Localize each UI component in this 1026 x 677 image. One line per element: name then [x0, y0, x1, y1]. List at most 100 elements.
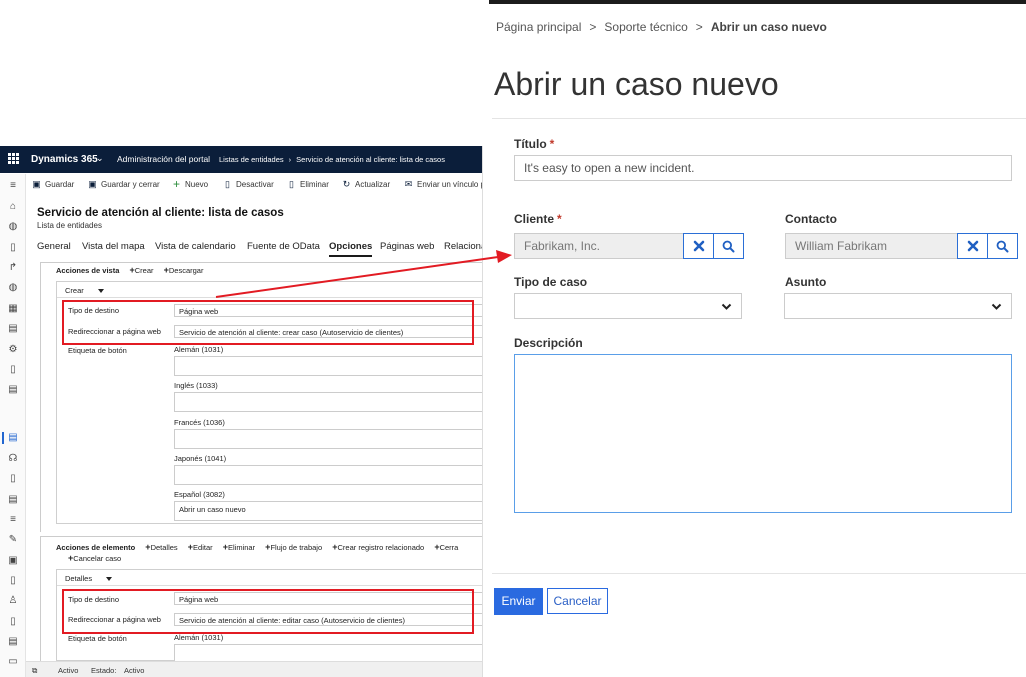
top-navigation-bar: Dynamics 365 ⌄ Administración del portal…: [0, 146, 482, 173]
button-label-label: Etiqueta de botón: [68, 634, 127, 643]
subject-label: Asunto: [785, 275, 827, 289]
blank-page-icon[interactable]: ▯: [7, 575, 19, 587]
tab-web-pages[interactable]: Páginas web: [380, 241, 434, 252]
cancel-button[interactable]: Cancelar: [547, 588, 608, 614]
search-file-icon[interactable]: ▯: [7, 616, 19, 628]
create-dropdown[interactable]: Crear: [65, 286, 104, 295]
hamburger-menu-icon[interactable]: ≡: [7, 180, 19, 192]
redirect-icon[interactable]: ↱: [7, 262, 19, 274]
email-icon: ✉: [404, 179, 413, 189]
delete-button[interactable]: ▯ Eliminar: [287, 180, 329, 190]
link-icon[interactable]: ☊: [7, 453, 19, 465]
open-window-icon[interactable]: ⧉: [32, 666, 37, 676]
delete-action-link[interactable]: +Eliminar: [223, 542, 255, 552]
chevron-right-icon: ›: [288, 155, 292, 164]
breadcrumb-current: Abrir un caso nuevo: [710, 20, 827, 34]
clear-contact-button[interactable]: [957, 233, 988, 259]
divider: [57, 297, 482, 298]
save-and-close-button[interactable]: ▣ Guardar y cerrar: [88, 180, 159, 190]
tab-related[interactable]: Relaciona: [444, 241, 482, 252]
breadcrumb-item[interactable]: Servicio de atención al cliente: lista d…: [296, 155, 445, 164]
divider: [492, 118, 1026, 119]
description-textarea[interactable]: [514, 354, 1012, 513]
workflow-action-link[interactable]: +Flujo de trabajo: [265, 542, 322, 552]
close-action-link[interactable]: +Cerra: [434, 542, 458, 552]
globe-icon[interactable]: ◍: [7, 221, 19, 233]
description-label: Descripción: [514, 336, 583, 350]
language-input[interactable]: [174, 429, 482, 449]
settings-icon[interactable]: ⚙: [7, 344, 19, 356]
new-button[interactable]: + Nuevo: [172, 178, 208, 190]
item-actions-header: Acciones de elemento +Detalles +Editar +…: [56, 542, 459, 552]
inbox-icon[interactable]: ▭: [7, 656, 19, 668]
language-input[interactable]: Abrir un caso nuevo: [174, 501, 482, 521]
title-input[interactable]: It's easy to open a new incident.: [514, 155, 1012, 181]
contact-lookup-input[interactable]: William Fabrikam: [785, 233, 958, 259]
edit-action-link[interactable]: +Editar: [188, 542, 213, 552]
tab-calendar-view[interactable]: Vista de calendario: [155, 241, 236, 252]
cancel-case-action-link[interactable]: +Cancelar caso: [68, 553, 121, 563]
deactivate-button[interactable]: ▯ Desactivar: [223, 180, 274, 190]
details-dropdown[interactable]: Detalles: [65, 574, 113, 583]
button-label-label: Etiqueta de botón: [68, 346, 127, 355]
language-input[interactable]: [174, 465, 482, 485]
download-action-link[interactable]: +Descargar: [164, 265, 204, 275]
search-customer-button[interactable]: [713, 233, 744, 259]
person-icon[interactable]: ♙: [7, 595, 19, 607]
case-type-select[interactable]: [514, 293, 742, 319]
status-label: Estado:: [91, 666, 117, 675]
home-icon[interactable]: ⌂: [7, 201, 19, 213]
document-icon[interactable]: ▯: [7, 364, 19, 376]
page-icon[interactable]: ▯: [7, 242, 19, 254]
email-link-button[interactable]: ✉ Enviar un vínculo p: [404, 179, 482, 190]
breadcrumb-support[interactable]: Soporte técnico: [604, 20, 687, 34]
tab-general[interactable]: General: [37, 241, 71, 252]
search-contact-button[interactable]: [987, 233, 1018, 259]
language-label: Alemán (1031): [174, 345, 224, 354]
language-label: Japonés (1041): [174, 454, 227, 463]
tab-options[interactable]: Opciones: [329, 241, 373, 257]
case-type-label: Tipo de caso: [514, 275, 588, 289]
header-bar: [489, 0, 1026, 4]
form-tabs: General Vista del mapa Vista de calendar…: [37, 241, 482, 259]
template-icon[interactable]: ▦: [7, 303, 19, 315]
window-icon[interactable]: ▣: [7, 555, 19, 567]
list-icon[interactable]: ▤: [7, 432, 19, 444]
language-label: Alemán (1031): [174, 633, 224, 642]
breadcrumb: Página principal > Soporte técnico > Abrir u…: [496, 20, 827, 34]
customer-lookup-input[interactable]: Fabrikam, Inc.: [514, 233, 684, 259]
breadcrumb-item[interactable]: Listas de entidades: [219, 155, 284, 164]
refresh-button[interactable]: ↻ Actualizar: [342, 179, 390, 190]
portal-management-window: Dynamics 365 ⌄ Administración del portal…: [0, 146, 483, 677]
caret-down-icon: [97, 288, 104, 293]
form-header: Servicio de atención al cliente: lista d…: [37, 207, 284, 230]
checklist-icon[interactable]: ▤: [7, 636, 19, 648]
create-related-action-link[interactable]: +Crear registro relacionado: [332, 542, 424, 552]
brand-name[interactable]: Dynamics 365: [31, 154, 98, 165]
active-indicator: [2, 432, 4, 444]
subject-select[interactable]: [784, 293, 1012, 319]
form-icon[interactable]: ▤: [7, 384, 19, 396]
details-action-link[interactable]: +Detalles: [145, 542, 177, 552]
lines-icon[interactable]: ≡: [7, 514, 19, 526]
file-icon[interactable]: ▤: [7, 323, 19, 335]
create-action-link[interactable]: +Crear: [129, 265, 153, 275]
language-input[interactable]: [174, 356, 482, 376]
app-launcher-icon[interactable]: [8, 153, 19, 164]
tab-odata-feed[interactable]: Fuente de OData: [247, 241, 320, 252]
lock-file-icon[interactable]: ▯: [7, 473, 19, 485]
clear-customer-button[interactable]: [683, 233, 714, 259]
tab-map-view[interactable]: Vista del mapa: [82, 241, 145, 252]
web-icon[interactable]: ◍: [7, 282, 19, 294]
app-name[interactable]: Administración del portal: [117, 154, 210, 164]
submit-button[interactable]: Enviar: [494, 588, 543, 615]
tools-icon[interactable]: ✎: [7, 534, 19, 546]
save-button[interactable]: ▣ Guardar: [32, 180, 74, 190]
language-input[interactable]: [174, 392, 482, 412]
divider: [57, 585, 482, 586]
breadcrumb-home[interactable]: Página principal: [496, 20, 581, 34]
close-icon: [967, 240, 978, 252]
refresh-icon: ↻: [342, 179, 351, 189]
report-icon[interactable]: ▤: [7, 494, 19, 506]
chevron-down-icon[interactable]: ⌄: [96, 153, 104, 164]
